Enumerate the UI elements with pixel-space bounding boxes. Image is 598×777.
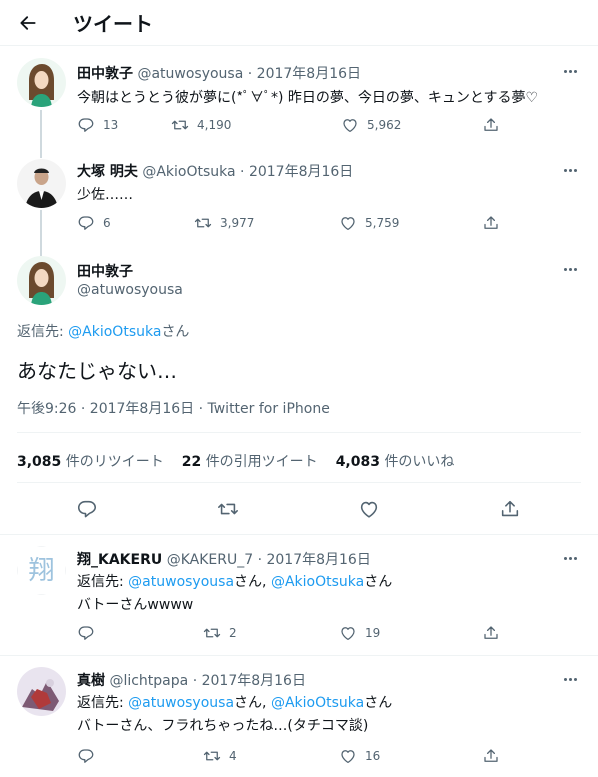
tweet-date[interactable]: 2017年8月16日 bbox=[202, 673, 306, 689]
thread-line bbox=[40, 110, 42, 158]
heart-icon bbox=[358, 498, 380, 520]
author-name[interactable]: 田中敦子 bbox=[77, 66, 133, 82]
like-count[interactable]: 4,083 件のいいね bbox=[336, 451, 455, 471]
reply-to-link[interactable]: @AkioOtsuka bbox=[271, 574, 364, 590]
retweet-button[interactable]: 3,977 bbox=[194, 212, 254, 234]
author-handle[interactable]: @atuwosyousa bbox=[137, 66, 243, 82]
more-icon[interactable] bbox=[560, 165, 580, 175]
author-handle[interactable]: @lichtpapa bbox=[109, 673, 188, 689]
reply-to-link[interactable]: @AkioOtsuka bbox=[68, 324, 161, 340]
divider bbox=[17, 432, 581, 433]
avatar[interactable]: 翔 bbox=[17, 546, 66, 595]
quote-count[interactable]: 22 件の引用ツイート bbox=[182, 451, 318, 471]
reply-to-link[interactable]: @atuwosyousa bbox=[128, 695, 234, 711]
avatar[interactable] bbox=[17, 256, 66, 305]
heart-icon bbox=[339, 747, 357, 765]
thread-line bbox=[40, 210, 42, 256]
heart-icon bbox=[341, 116, 359, 134]
retweet-button[interactable]: 2 bbox=[203, 622, 237, 644]
top-bar: ツイート bbox=[0, 0, 598, 46]
tweet-text: バトーさんwwww bbox=[77, 597, 194, 613]
retweet-icon bbox=[194, 214, 212, 232]
tweet-text: 今朝はとうとう彼が夢に(*ﾟ∀ﾟ*) 昨日の夢、今日の夢、キュンとする夢♡ bbox=[77, 90, 539, 106]
tweet-text: あなたじゃない… bbox=[17, 359, 177, 383]
share-button[interactable] bbox=[482, 212, 500, 234]
reply-to-link[interactable]: @AkioOtsuka bbox=[271, 695, 364, 711]
retweet-count[interactable]: 3,085 件のリツイート bbox=[17, 451, 164, 471]
retweet-icon bbox=[217, 498, 239, 520]
tweet-actions: 4 16 bbox=[77, 745, 507, 767]
arrow-left-icon bbox=[20, 16, 36, 30]
retweet-icon bbox=[171, 116, 189, 134]
avatar[interactable] bbox=[17, 159, 66, 208]
reply-button[interactable]: 13 bbox=[77, 114, 118, 136]
svg-text:翔: 翔 bbox=[28, 556, 54, 586]
reply-icon bbox=[77, 624, 95, 642]
like-button[interactable]: 5,962 bbox=[341, 114, 401, 136]
share-icon bbox=[482, 624, 500, 642]
share-icon bbox=[499, 498, 521, 520]
tweet-date[interactable]: 2017年8月16日 bbox=[257, 66, 361, 82]
tweet-date[interactable]: 2017年8月16日 bbox=[266, 552, 370, 568]
divider bbox=[0, 655, 598, 656]
tweet-text: バトーさん、フラれちゃったね…(タチコマ談) bbox=[77, 718, 369, 734]
reply-to-link[interactable]: @atuwosyousa bbox=[128, 574, 234, 590]
tweet-date[interactable]: 2017年8月16日 bbox=[249, 164, 353, 180]
more-icon[interactable] bbox=[560, 553, 580, 563]
retweet-button[interactable]: 4 bbox=[203, 745, 237, 767]
author-handle[interactable]: @AkioOtsuka bbox=[142, 164, 235, 180]
author-handle[interactable]: @KAKERU_7 bbox=[167, 552, 253, 568]
author-name[interactable]: 大塚 明夫 bbox=[77, 164, 138, 180]
author-name[interactable]: 真樹 bbox=[77, 673, 105, 689]
reply-button[interactable] bbox=[77, 622, 95, 644]
divider bbox=[17, 482, 581, 483]
share-icon bbox=[482, 116, 500, 134]
author-handle[interactable]: @atuwosyousa bbox=[77, 282, 183, 298]
more-icon[interactable] bbox=[560, 264, 580, 274]
share-icon bbox=[482, 214, 500, 232]
share-button[interactable] bbox=[482, 114, 500, 136]
retweet-button[interactable] bbox=[215, 496, 241, 522]
heart-icon bbox=[339, 624, 357, 642]
reply-context: 返信先: @atuwosyousaさん, @AkioOtsukaさん bbox=[77, 574, 393, 590]
like-button[interactable]: 19 bbox=[339, 622, 380, 644]
reply-icon bbox=[77, 747, 95, 765]
reply-button[interactable] bbox=[74, 496, 100, 522]
more-icon[interactable] bbox=[560, 674, 580, 684]
share-button[interactable] bbox=[482, 745, 500, 767]
reply-button[interactable] bbox=[77, 745, 95, 767]
reply-icon bbox=[77, 116, 95, 134]
share-button[interactable] bbox=[482, 622, 500, 644]
page-title: ツイート bbox=[73, 12, 153, 36]
tweet-actions: 6 3,977 5,759 bbox=[77, 212, 507, 234]
retweet-icon bbox=[203, 747, 221, 765]
reply-icon bbox=[76, 498, 98, 520]
like-button[interactable]: 5,759 bbox=[339, 212, 399, 234]
reply-icon bbox=[77, 214, 95, 232]
reply-context: 返信先: @atuwosyousaさん, @AkioOtsukaさん bbox=[77, 695, 393, 711]
main-actions bbox=[0, 496, 598, 526]
share-button[interactable] bbox=[497, 496, 523, 522]
retweet-button[interactable]: 4,190 bbox=[171, 114, 231, 136]
back-button[interactable] bbox=[14, 9, 42, 37]
like-button[interactable] bbox=[356, 496, 382, 522]
author-name[interactable]: 翔_KAKERU bbox=[77, 552, 162, 568]
retweet-icon bbox=[203, 624, 221, 642]
tweet-actions: 13 4,190 5,962 bbox=[77, 114, 507, 136]
avatar[interactable] bbox=[17, 667, 66, 716]
tweet-actions: 2 19 bbox=[77, 622, 507, 644]
heart-icon bbox=[339, 214, 357, 232]
tweet-text: 少佐…… bbox=[77, 187, 133, 203]
reply-context: 返信先: @AkioOtsukaさん bbox=[17, 324, 190, 340]
avatar[interactable] bbox=[17, 58, 66, 107]
reply-button[interactable]: 6 bbox=[77, 212, 111, 234]
share-icon bbox=[482, 747, 500, 765]
more-icon[interactable] bbox=[560, 66, 580, 76]
author-name[interactable]: 田中敦子 bbox=[77, 261, 133, 281]
tweet-timestamp[interactable]: 午後9:26 · 2017年8月16日 · Twitter for iPhone bbox=[17, 398, 330, 418]
like-button[interactable]: 16 bbox=[339, 745, 380, 767]
tweet-stats: 3,085 件のリツイート 22 件の引用ツイート 4,083 件のいいね bbox=[17, 451, 454, 471]
divider bbox=[0, 534, 598, 535]
